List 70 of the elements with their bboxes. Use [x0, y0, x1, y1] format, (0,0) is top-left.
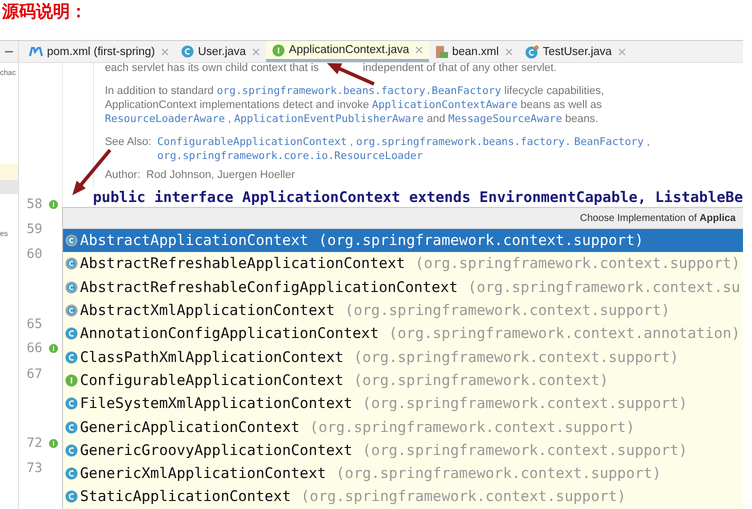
- line-number: 59: [26, 222, 44, 236]
- class-icon: [65, 327, 78, 340]
- class-icon: [180, 45, 194, 58]
- test-class-icon: [524, 44, 539, 58]
- line-number: 58: [26, 196, 44, 212]
- close-icon[interactable]: [160, 48, 169, 56]
- doc-label: See Also:: [104, 135, 152, 150]
- doc-link[interactable]: org.springframework.beans.factory.BeanFactory: [216, 85, 502, 97]
- class-icon: [65, 490, 78, 504]
- xml-file-icon: [435, 44, 448, 58]
- doc-link[interactable]: ApplicationContextAware: [372, 99, 518, 111]
- class-icon: [65, 444, 78, 457]
- editor-tab[interactable]: pom.xml (first-spring): [23, 41, 175, 62]
- abstract-class-icon: [65, 234, 78, 248]
- close-icon[interactable]: [504, 48, 513, 56]
- doc-link[interactable]: MessageSourceAware: [448, 113, 562, 125]
- popup-title: Choose Implementation of Applica: [580, 212, 736, 224]
- interface-icon: [272, 44, 285, 56]
- implementation-item[interactable]: AnnotationConfigApplicationContext (org.springframework.context.annotation): [63, 322, 743, 346]
- implementation-item[interactable]: ConfigurableApplicationContext (org.springframework.context): [63, 368, 743, 392]
- class-icon: [65, 397, 78, 410]
- doc-link[interactable]: org.springframework.beans.factory.: [356, 136, 572, 148]
- implementation-item[interactable]: FileSystemXmlApplicationContext (org.springframework.context.support): [63, 392, 743, 416]
- implemented-marker-icon[interactable]: [48, 200, 58, 208]
- line-number: 72: [26, 436, 44, 450]
- minimize-icon[interactable]: [5, 50, 13, 52]
- implementation-item[interactable]: StaticApplicationContext (org.springframework.context.support): [63, 485, 743, 509]
- close-icon[interactable]: [252, 48, 260, 56]
- doc-link[interactable]: ApplicationEventPublisherAware: [234, 113, 424, 125]
- editor-tab[interactable]: User.java: [174, 41, 266, 62]
- section-heading: 源码说明：: [1, 1, 88, 24]
- class-icon: [65, 467, 78, 480]
- implemented-marker-icon[interactable]: [48, 344, 58, 352]
- line-number: 60: [26, 246, 44, 262]
- doc-text: Rod Johnson, Juergen Hoeller: [146, 168, 296, 182]
- doc-link[interactable]: ConfigurableApplicationContext: [157, 136, 347, 148]
- doc-text: ConfigurableApplicationContext , org.springframework.beans.factory. BeanFactory , org.springframework.core.io.ResourceLoader: [157, 135, 651, 163]
- close-icon[interactable]: [415, 46, 424, 54]
- implementation-item[interactable]: ClassPathXmlApplicationContext (org.springframework.context.support): [63, 345, 743, 369]
- class-icon: [65, 420, 78, 434]
- implementation-item[interactable]: AbstractApplicationContext (org.springframework.context.support): [63, 229, 743, 252]
- line-number: 67: [26, 366, 44, 382]
- implementation-item[interactable]: AbstractRefreshableApplicationContext (org.springframework.context.support): [63, 252, 743, 276]
- implementation-item[interactable]: GenericXmlApplicationContext (org.springframework.context.support): [63, 462, 743, 486]
- code-line: public interface ApplicationContext extends EnvironmentCapable, ListableBe: [92, 191, 743, 205]
- implementation-item[interactable]: AbstractRefreshableConfigApplicationContext (org.springframework.context.su: [63, 276, 743, 299]
- doc-text: independent of that of any other servlet.: [362, 63, 557, 75]
- editor-tab[interactable]: bean.xml: [429, 41, 519, 62]
- doc-link[interactable]: ResourceLoaderAware: [104, 113, 225, 125]
- implementation-item[interactable]: GenericApplicationContext (org.springframework.context.support): [63, 415, 743, 439]
- doc-text: each servlet has its own child context that is: [104, 63, 319, 75]
- editor-tab[interactable]: TestUser.java: [518, 41, 632, 62]
- maven-icon: [29, 46, 43, 56]
- doc-paragraph: In addition to standard org.springframework.beans.factory.BeanFactory lifecycle capabilities, ApplicationContext implementations detect and invoke ApplicationContextAware beans as well as ResourceLoaderAware , ApplicationEventPublisherAware and MessageSourceAware beans.: [104, 84, 605, 126]
- class-icon: [65, 350, 78, 364]
- abstract-class-icon: [65, 280, 78, 294]
- line-number: 73: [26, 460, 44, 476]
- abstract-class-icon: [65, 257, 78, 270]
- doc-label: Author:: [104, 168, 140, 182]
- line-number: 66: [26, 340, 44, 356]
- doc-link[interactable]: org.springframework.core.io.ResourceLoader: [157, 150, 423, 162]
- implementation-item[interactable]: AbstractXmlApplicationContext (org.springframework.context.support): [63, 298, 743, 322]
- interface-icon: [65, 374, 78, 387]
- implemented-marker-icon[interactable]: [48, 438, 58, 448]
- abstract-class-icon: [65, 304, 78, 318]
- editor-tab[interactable]: ApplicationContext.java: [266, 41, 430, 62]
- line-number: 65: [26, 316, 44, 332]
- doc-link[interactable]: BeanFactory: [574, 136, 644, 148]
- implementation-item[interactable]: GenericGroovyApplicationContext (org.springframework.context.support): [63, 438, 743, 462]
- close-icon[interactable]: [618, 48, 626, 56]
